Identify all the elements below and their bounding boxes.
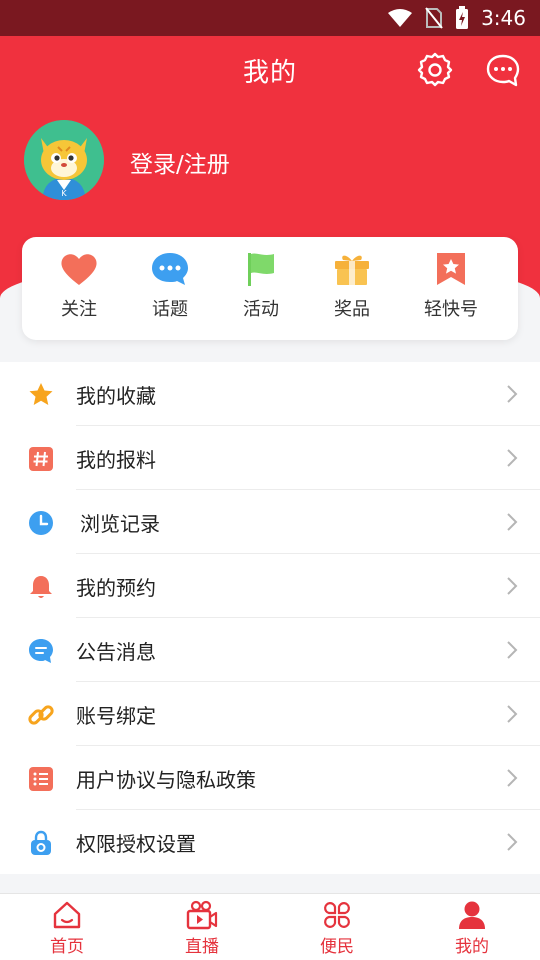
quick-link-qingkuaihao[interactable]: 轻快号 xyxy=(406,251,496,321)
tab-convenience[interactable]: 便民 xyxy=(297,900,377,957)
menu-item-reports[interactable]: 我的报料 xyxy=(0,426,540,490)
tab-label: 便民 xyxy=(320,937,354,957)
menu-item-reservations[interactable]: 我的预约 xyxy=(0,554,540,618)
chevron-right-icon xyxy=(507,769,518,787)
wifi-icon xyxy=(387,8,413,28)
chevron-right-icon xyxy=(507,513,518,531)
menu-item-label: 我的预约 xyxy=(76,575,156,600)
no-sim-icon xyxy=(425,7,443,29)
quick-link-label: 轻快号 xyxy=(424,299,478,320)
video-camera-icon xyxy=(186,900,218,930)
quick-link-label: 话题 xyxy=(152,299,188,320)
menu-item-label: 账号绑定 xyxy=(76,703,156,728)
battery-charging-icon xyxy=(455,6,469,30)
flag-icon xyxy=(248,253,274,286)
person-icon xyxy=(459,901,485,929)
tab-label: 我的 xyxy=(455,937,489,957)
menu-item-announcements[interactable]: 公告消息 xyxy=(0,618,540,682)
chevron-right-icon xyxy=(507,833,518,851)
heart-icon xyxy=(61,254,97,285)
settings-menu: 我的收藏 我的报料 浏览记录 我的预约 公告消息 账号绑定 用户协议与隐私政策 … xyxy=(0,362,540,874)
bell-icon xyxy=(30,576,52,598)
menu-item-label: 我的报料 xyxy=(76,447,156,472)
chevron-right-icon xyxy=(507,705,518,723)
svg-text:K: K xyxy=(61,189,67,198)
quick-link-prizes[interactable]: 奖品 xyxy=(307,251,397,321)
chevron-right-icon xyxy=(507,385,518,403)
menu-item-user-agreement[interactable]: 用户协议与隐私政策 xyxy=(0,746,540,810)
chevron-right-icon xyxy=(507,449,518,467)
quick-link-label: 奖品 xyxy=(334,299,370,320)
status-time: 3:46 xyxy=(481,6,526,30)
quick-link-activities[interactable]: 活动 xyxy=(216,251,306,321)
bottom-tab-bar: 首页 直播 便民 我的 xyxy=(0,893,540,960)
message-bubble-icon[interactable] xyxy=(485,52,521,88)
quick-links-card: 关注 话题 活动 奖品 轻快号 xyxy=(22,237,518,340)
login-register-link[interactable]: 登录/注册 xyxy=(130,145,230,179)
chevron-right-icon xyxy=(507,641,518,659)
menu-item-label: 公告消息 xyxy=(76,639,156,664)
home-icon xyxy=(53,901,81,929)
tab-mine[interactable]: 我的 xyxy=(432,900,512,957)
settings-gear-icon[interactable] xyxy=(417,52,453,88)
clock-icon xyxy=(29,511,53,535)
star-icon xyxy=(29,383,53,405)
hashtag-icon xyxy=(29,447,53,471)
avatar[interactable]: K xyxy=(24,120,104,200)
list-icon xyxy=(29,767,53,791)
clover-grid-icon xyxy=(324,902,350,928)
lock-icon xyxy=(31,830,51,855)
mascot-avatar-icon: K xyxy=(24,120,104,200)
link-icon xyxy=(28,705,54,725)
message-icon xyxy=(29,639,53,663)
menu-item-label: 浏览记录 xyxy=(80,511,160,536)
gift-icon xyxy=(335,255,369,285)
chat-bubble-icon xyxy=(152,253,188,285)
quick-link-topics[interactable]: 话题 xyxy=(125,251,215,321)
menu-item-label: 权限授权设置 xyxy=(76,831,196,856)
quick-link-follow[interactable]: 关注 xyxy=(34,251,124,321)
menu-item-label: 用户协议与隐私政策 xyxy=(76,767,256,792)
menu-item-permissions[interactable]: 权限授权设置 xyxy=(0,810,540,874)
tab-home[interactable]: 首页 xyxy=(27,900,107,957)
menu-item-favorites[interactable]: 我的收藏 xyxy=(0,362,540,426)
chevron-right-icon xyxy=(507,577,518,595)
status-bar: 3:46 xyxy=(0,0,540,36)
menu-item-label: 我的收藏 xyxy=(76,383,156,408)
quick-link-label: 关注 xyxy=(61,299,97,320)
menu-item-account-binding[interactable]: 账号绑定 xyxy=(0,682,540,746)
quick-link-label: 活动 xyxy=(243,299,279,320)
tab-label: 直播 xyxy=(185,937,219,957)
tab-label: 首页 xyxy=(50,937,84,957)
menu-item-history[interactable]: 浏览记录 xyxy=(0,490,540,554)
tab-live[interactable]: 直播 xyxy=(162,900,242,957)
page-title: 我的 xyxy=(242,58,297,88)
bookmark-star-icon xyxy=(437,253,465,285)
